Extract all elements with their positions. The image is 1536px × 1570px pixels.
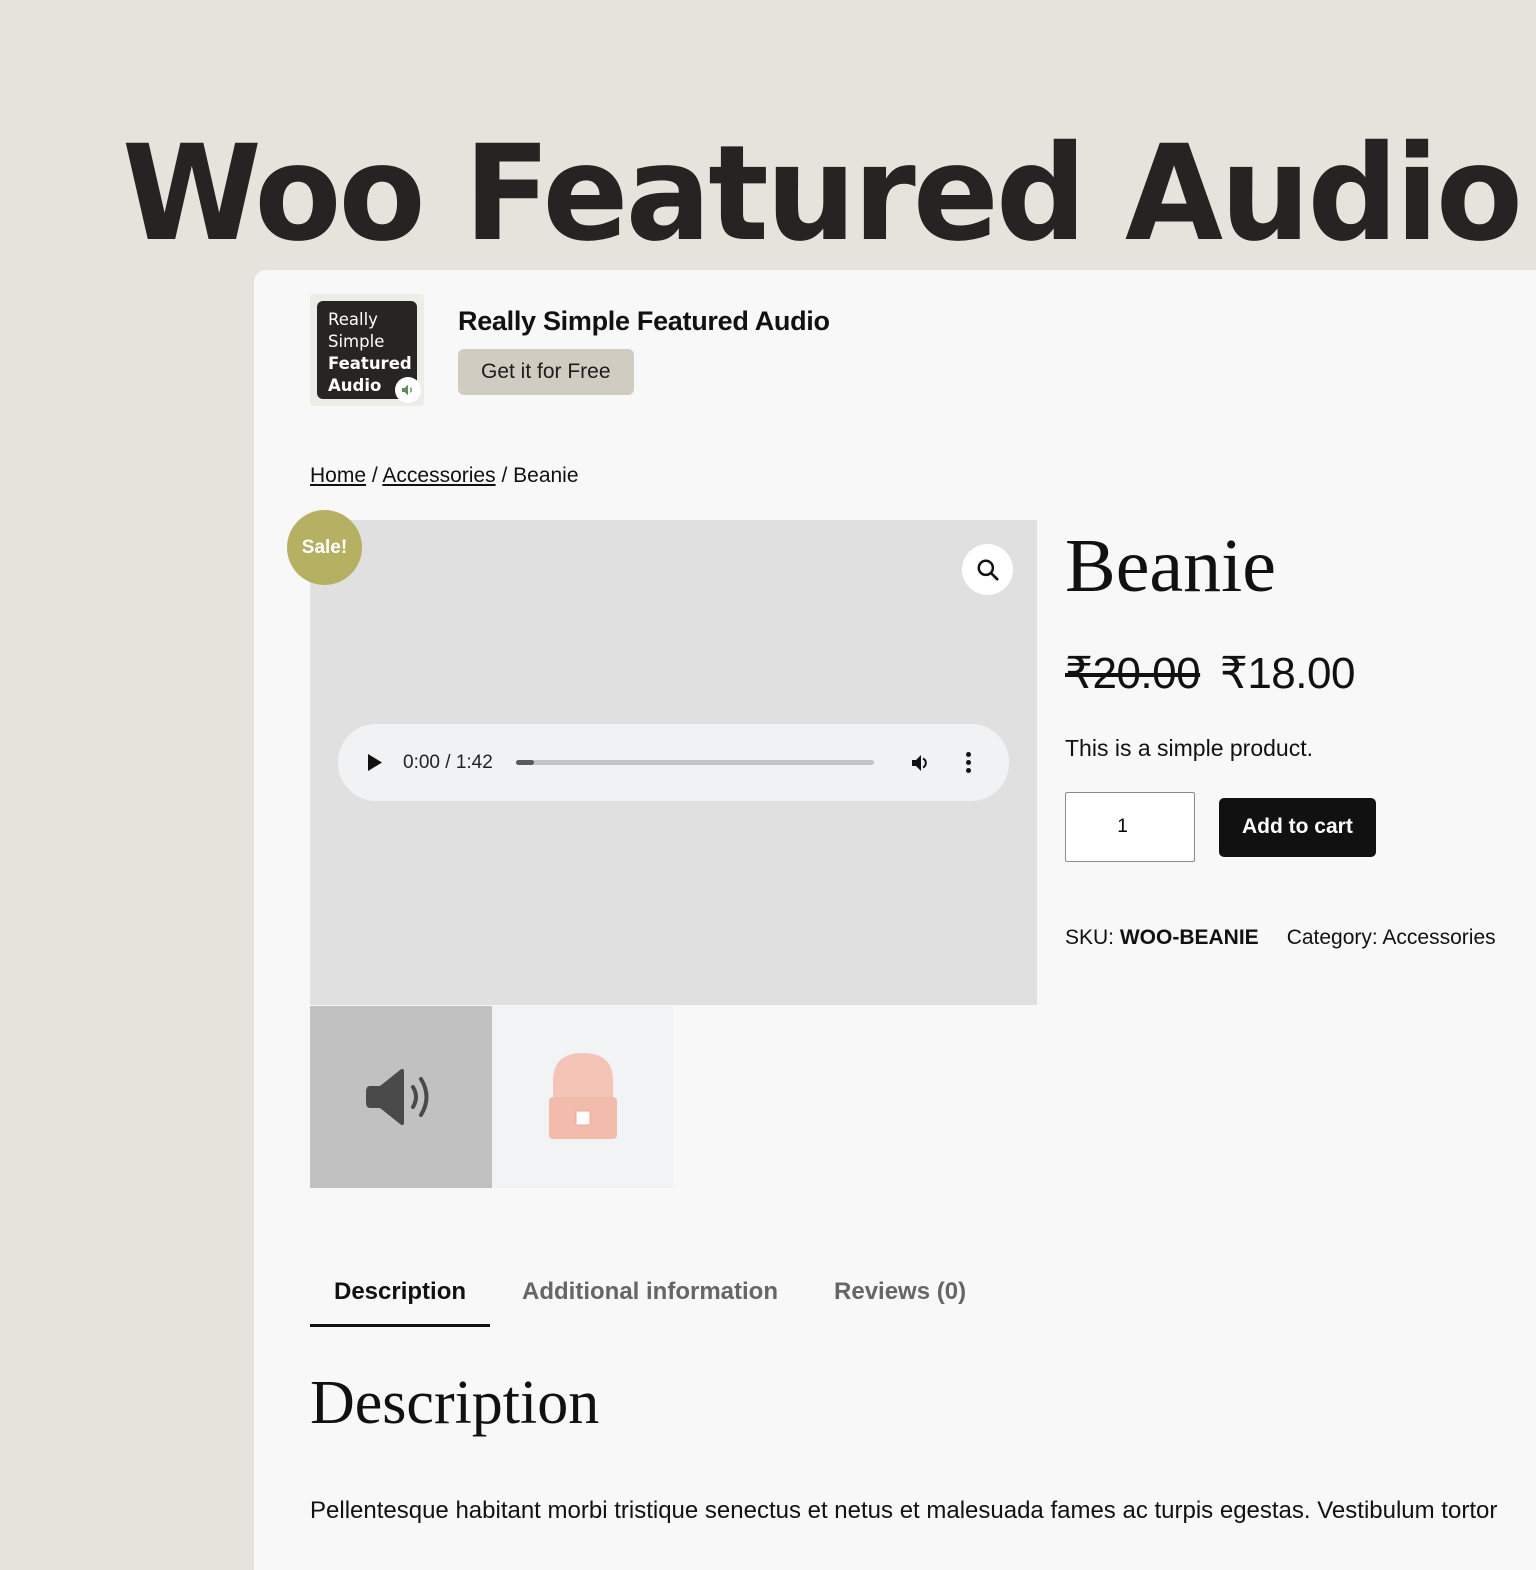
breadcrumb-separator: / (501, 464, 508, 487)
sale-price: ₹18.00 (1219, 649, 1356, 698)
description-heading: Description (310, 1369, 600, 1437)
category-label: Category: (1286, 926, 1378, 949)
logo-line: Featured (328, 354, 412, 373)
product-title: Beanie (1065, 524, 1277, 608)
hero-title: Woo Featured Audio (122, 117, 1523, 271)
play-button[interactable] (368, 754, 384, 772)
regular-price: ₹20.00 (1065, 649, 1201, 698)
audio-player: 0:00 / 1:42 (338, 724, 1009, 801)
product-gallery-main: 0:00 / 1:42 (310, 520, 1037, 1005)
dot-icon (965, 760, 971, 765)
plugin-banner: Really Simple Featured Audio Really Simp… (310, 294, 830, 406)
gallery-zoom-button[interactable] (962, 544, 1013, 595)
short-description: This is a simple product. (1065, 735, 1313, 761)
plugin-name: Really Simple Featured Audio (458, 306, 830, 336)
speaker-icon (395, 377, 421, 403)
logo-line: Really (328, 310, 378, 329)
category-wrapper: Category: Accessories (1287, 926, 1496, 950)
play-icon (368, 754, 382, 771)
breadcrumb-current: Beanie (513, 464, 579, 487)
logo-line: Simple (328, 332, 385, 351)
audio-more-options-button[interactable] (965, 752, 971, 773)
gallery-thumbnails (310, 1006, 673, 1188)
audio-seek-bar[interactable] (515, 760, 874, 765)
product-meta: SKU: WOO-BEANIE Category: Accessories (1065, 926, 1496, 950)
volume-button[interactable] (908, 751, 934, 775)
breadcrumb-home[interactable]: Home (310, 464, 366, 487)
add-to-cart-button[interactable]: Add to cart (1219, 797, 1376, 857)
dot-icon (965, 768, 971, 773)
add-to-cart-form: Add to cart (1065, 792, 1496, 862)
description-text: Pellentesque habitant morbi tristique se… (310, 1497, 1498, 1524)
thumbnail-audio[interactable] (310, 1006, 492, 1188)
sku-value: WOO-BEANIE (1119, 926, 1259, 949)
product-summary: Beanie ₹20.00 ₹18.00 This is a simple pr… (1065, 520, 1496, 950)
sale-badge: Sale! (287, 510, 362, 585)
product-tabs: Description Additional information Revie… (310, 1270, 998, 1327)
speaker-icon (366, 1068, 429, 1126)
breadcrumb-separator: / (371, 464, 378, 487)
tab-additional-information[interactable]: Additional information (498, 1270, 802, 1327)
audio-progress-fill (515, 760, 534, 765)
thumbnail-beanie[interactable] (492, 1006, 673, 1188)
quantity-input[interactable] (1065, 792, 1195, 862)
product-page-card: Really Simple Featured Audio Really Simp… (254, 270, 1536, 1570)
get-it-free-button[interactable]: Get it for Free (458, 349, 634, 395)
category-link[interactable]: Accessories (1382, 926, 1495, 949)
sku-wrapper: SKU: WOO-BEANIE (1065, 926, 1259, 950)
breadcrumb: Home / Accessories / Beanie (310, 464, 579, 488)
search-icon (977, 559, 999, 581)
audio-time: 0:00 / 1:42 (403, 751, 493, 773)
breadcrumb-accessories[interactable]: Accessories (382, 464, 495, 487)
dot-icon (965, 752, 971, 757)
tab-reviews[interactable]: Reviews (0) (810, 1270, 990, 1327)
tab-description[interactable]: Description (310, 1270, 491, 1327)
beanie-image (548, 1053, 617, 1139)
volume-icon (911, 754, 927, 771)
sku-label: SKU: (1065, 926, 1115, 949)
product-price: ₹20.00 ₹18.00 (1065, 648, 1496, 699)
plugin-logo: Really Simple Featured Audio (310, 294, 424, 406)
